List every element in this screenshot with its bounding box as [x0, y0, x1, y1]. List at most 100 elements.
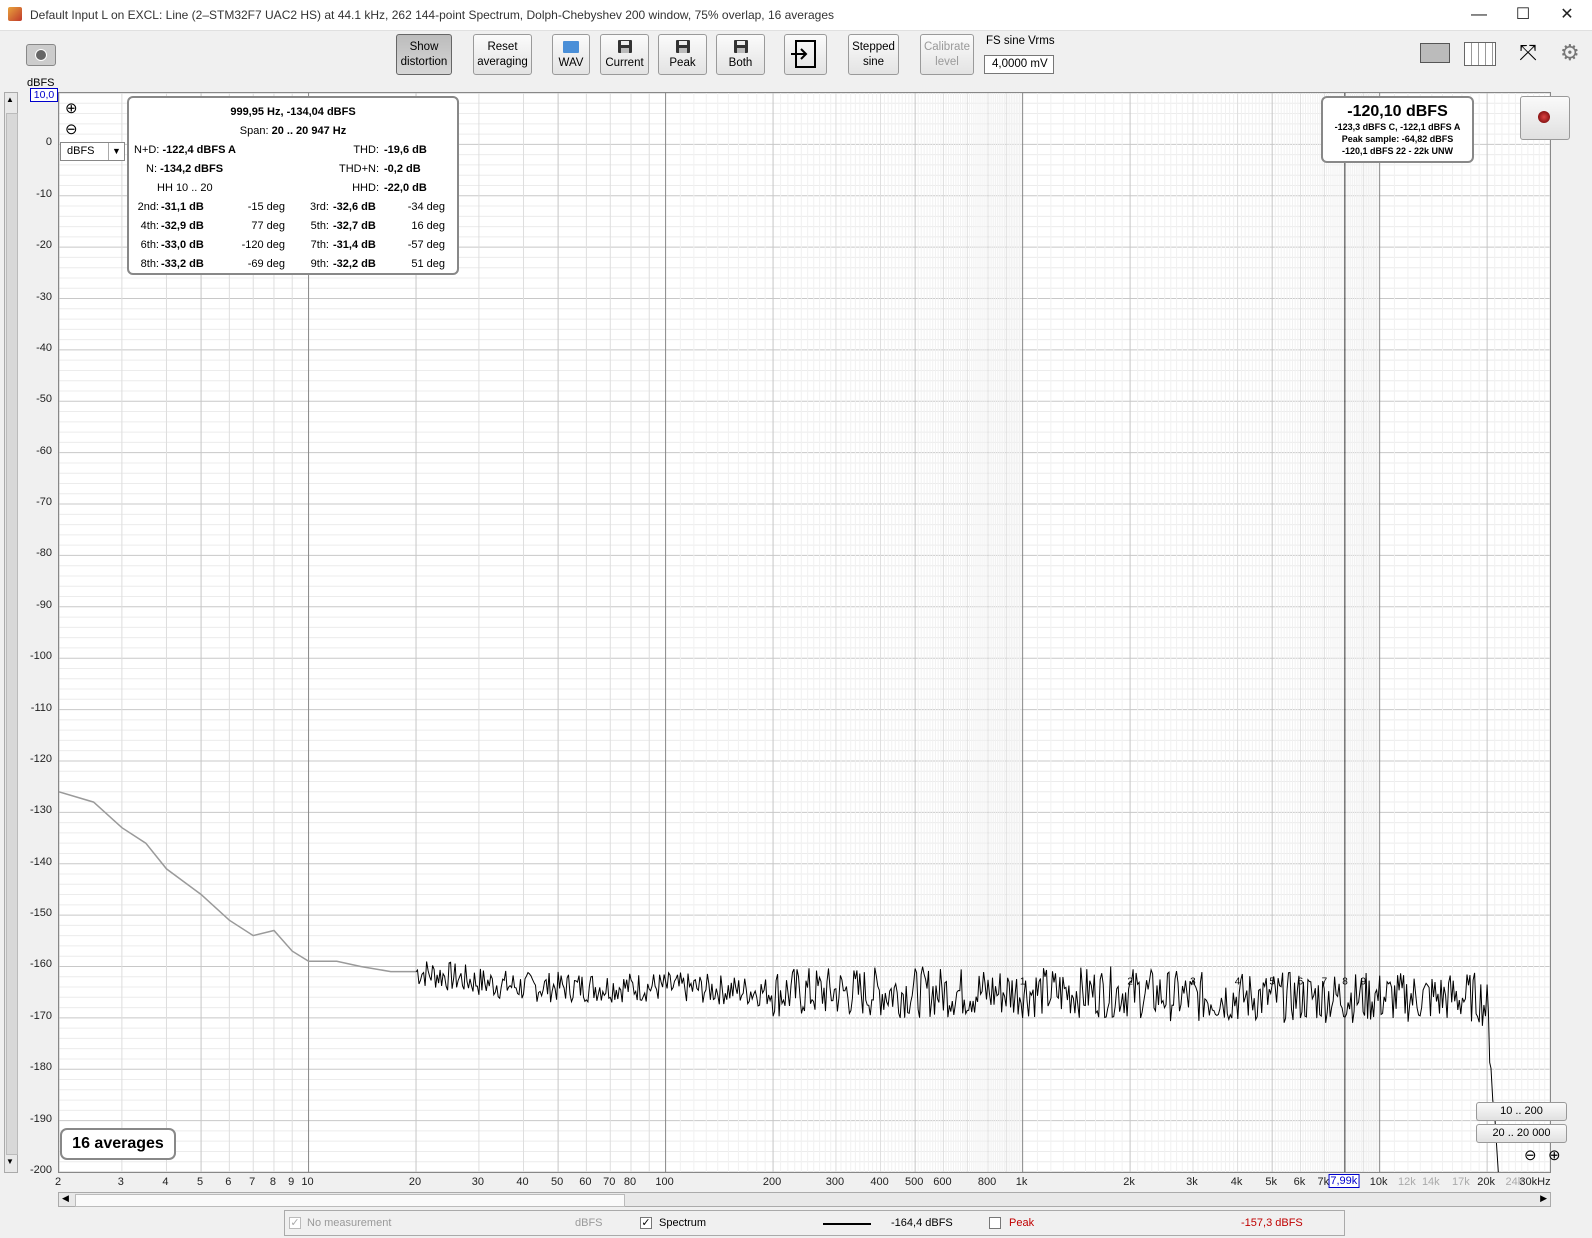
- horizontal-scroll-thumb[interactable]: [75, 1194, 625, 1207]
- x-tick-label: 30: [471, 1176, 485, 1188]
- hhd-value: -22,0 dB: [384, 182, 427, 194]
- y-top-value[interactable]: 10,0: [30, 88, 58, 102]
- columns-icon[interactable]: [1462, 40, 1498, 66]
- x-tick-label: 30kHz: [1519, 1176, 1551, 1188]
- record-button[interactable]: [1520, 96, 1570, 140]
- nd-value: -122,4 dBFS A: [162, 144, 236, 156]
- y-tick-label: -40: [36, 341, 52, 354]
- cursor-frequency-label[interactable]: 7,99k: [1328, 1174, 1360, 1188]
- unit-select[interactable]: dBFS ▼: [60, 142, 125, 161]
- stepped-sine-label-2: sine: [862, 56, 885, 68]
- calibrate-level-button[interactable]: Calibrate level: [920, 34, 974, 75]
- save-current-button[interactable]: Current: [600, 34, 649, 75]
- harmonic-label: 9th:: [310, 258, 329, 270]
- maximize-button[interactable]: ☐: [1500, 0, 1546, 30]
- distortion-header: 999,95 Hz, -134,04 dBFS: [230, 106, 356, 118]
- harmonic-marker: 2: [1127, 976, 1133, 987]
- harmonic-label: 7th:: [310, 239, 329, 251]
- harmonic-phase: -34 deg: [407, 201, 445, 213]
- n-row: N: -134,2 dBFS: [146, 163, 223, 175]
- window-title: Default Input L on EXCL: Line (2–STM32F7…: [30, 8, 834, 22]
- x-tick-label: 100: [655, 1176, 674, 1188]
- x-tick-label: 6k: [1293, 1176, 1306, 1188]
- y-tick-label: -100: [29, 650, 52, 663]
- y-tick-label: -10: [36, 187, 52, 200]
- harmonic-db: -33,0 dB: [161, 239, 204, 251]
- y-tick-label: -150: [29, 907, 52, 920]
- x-tick-label: 80: [623, 1176, 637, 1188]
- harmonic-label: 4th:: [140, 220, 159, 232]
- x-tick-label: 2k: [1123, 1176, 1135, 1188]
- record-icon: [1538, 111, 1550, 123]
- minimize-button[interactable]: —: [1456, 0, 1502, 30]
- zoom-out-icon[interactable]: ⊖: [65, 120, 78, 138]
- layout-icon[interactable]: [1416, 40, 1452, 66]
- save-peak-button[interactable]: Peak: [658, 34, 707, 75]
- spectrum-checkbox[interactable]: ✓: [640, 1217, 652, 1229]
- range-20-20000-button[interactable]: 20 .. 20 000: [1476, 1124, 1567, 1143]
- unit-select-value: dBFS: [67, 145, 95, 157]
- x-zoom-in-icon[interactable]: ⊕: [1548, 1146, 1561, 1164]
- export-button[interactable]: [784, 34, 827, 75]
- reset-averaging-label-1: Reset: [487, 41, 518, 53]
- x-tick-label: 200: [762, 1176, 782, 1188]
- stepped-sine-button[interactable]: Stepped sine: [848, 34, 899, 75]
- thd-value: -19,6 dB: [384, 144, 427, 156]
- spectrum-label: Spectrum: [659, 1217, 707, 1229]
- span-label: Span:: [239, 125, 269, 137]
- distortion-panel: 999,95 Hz, -134,04 dBFS Span: 20 .. 20 9…: [127, 96, 459, 275]
- floppy-icon: [675, 40, 690, 53]
- x-tick-label: 20: [408, 1176, 422, 1188]
- calibrate-label-2: level: [935, 56, 959, 68]
- close-button[interactable]: ✕: [1544, 0, 1590, 30]
- x-zoom-out-icon[interactable]: ⊖: [1524, 1146, 1537, 1164]
- y-tick-label: -20: [36, 239, 52, 252]
- x-tick-label: 4: [162, 1176, 169, 1188]
- harmonic-label: 5th:: [310, 220, 329, 232]
- zoom-in-icon[interactable]: ⊕: [65, 99, 78, 117]
- save-both-button[interactable]: Both: [716, 34, 765, 75]
- scroll-right-icon[interactable]: ▶: [1540, 1193, 1547, 1204]
- x-tick-label: 1k: [1015, 1176, 1028, 1188]
- x-tick-label: 12k: [1398, 1176, 1416, 1188]
- peak-value: -157,3 dBFS: [1241, 1217, 1303, 1229]
- x-tick-label: 10: [301, 1176, 314, 1188]
- y-tick-label: -80: [36, 547, 52, 560]
- fs-value-field[interactable]: 4,0000 mV: [984, 55, 1054, 74]
- spectrum-line-swatch: [823, 1223, 871, 1225]
- peak-checkbox[interactable]: [989, 1217, 1001, 1229]
- floppy-icon: [617, 40, 632, 53]
- vertical-scroll-thumb[interactable]: [6, 113, 18, 1155]
- y-tick-label: -120: [29, 752, 52, 765]
- harmonic-phase: 16 deg: [411, 220, 445, 232]
- x-tick-label: 40: [516, 1176, 529, 1188]
- wav-button[interactable]: WAV: [552, 34, 590, 75]
- harmonic-marker: 8: [1342, 976, 1348, 987]
- n-label: N:: [146, 163, 157, 175]
- spectrum-trace-lowfreq: [59, 791, 416, 973]
- x-tick-label: 50: [550, 1176, 564, 1188]
- x-tick-label: 8: [269, 1176, 277, 1188]
- harmonic-db: -31,1 dB: [161, 201, 204, 213]
- show-distortion-button[interactable]: Show distortion: [396, 34, 452, 75]
- spectrum-trace: [415, 961, 1499, 1172]
- y-tick-label: -60: [36, 444, 52, 457]
- gear-icon[interactable]: ⚙: [1560, 40, 1586, 66]
- span-row: Span: 20 .. 20 947 Hz: [129, 125, 457, 137]
- fit-arrows-icon[interactable]: ⤧: [1510, 40, 1546, 66]
- x-tick-label: 20k: [1477, 1176, 1495, 1188]
- fs-value: 4,0000 mV: [992, 58, 1048, 70]
- reset-averaging-button[interactable]: Reset averaging: [473, 34, 532, 75]
- x-tick-label: 400: [870, 1176, 889, 1188]
- averages-badge: 16 averages: [60, 1128, 176, 1160]
- range-10-200-button[interactable]: 10 .. 200: [1476, 1102, 1567, 1121]
- x-tick-label: 300: [825, 1176, 845, 1188]
- horizontal-scrollbar[interactable]: ◀ ▶: [58, 1192, 1551, 1207]
- no-measurement-checkbox[interactable]: ✓: [289, 1217, 301, 1229]
- y-tick-label: -130: [29, 804, 52, 817]
- x-tick-label: 9: [288, 1176, 295, 1188]
- scroll-left-icon[interactable]: ◀: [62, 1193, 69, 1204]
- both-label: Both: [728, 57, 753, 69]
- scroll-up-icon[interactable]: ▲: [6, 95, 14, 104]
- camera-icon[interactable]: [26, 44, 56, 66]
